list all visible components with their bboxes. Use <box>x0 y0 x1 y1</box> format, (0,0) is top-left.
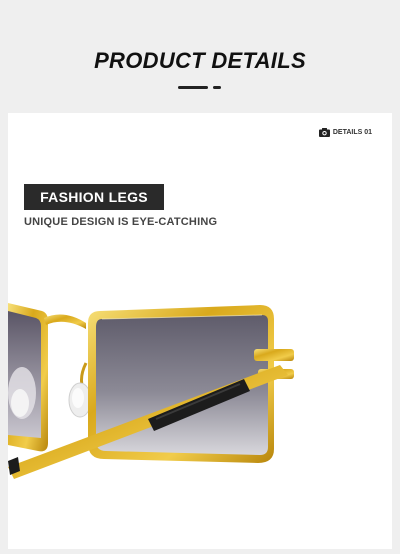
page-title: PRODUCT DETAILS <box>94 48 306 73</box>
feature-title: FASHION LEGS <box>40 189 148 205</box>
bridge <box>44 314 86 329</box>
camera-icon <box>318 128 330 137</box>
underline-long-dash <box>178 86 208 89</box>
left-lens <box>8 303 48 452</box>
nose-pad <box>68 362 92 418</box>
sunglasses-image <box>8 303 294 479</box>
product-detail-card: DETAILS 01 FASHION LEGS UNIQUE DESIGN IS… <box>8 113 392 549</box>
feature-subtitle: UNIQUE DESIGN IS EYE-CATCHING <box>24 216 218 228</box>
details-tag-label: DETAILS 01 <box>332 129 372 136</box>
details-tag: DETAILS 01 <box>318 128 372 137</box>
feature-title-box: FASHION LEGS <box>24 184 164 210</box>
underline-short-dash <box>213 86 221 89</box>
title-underline <box>0 86 400 90</box>
